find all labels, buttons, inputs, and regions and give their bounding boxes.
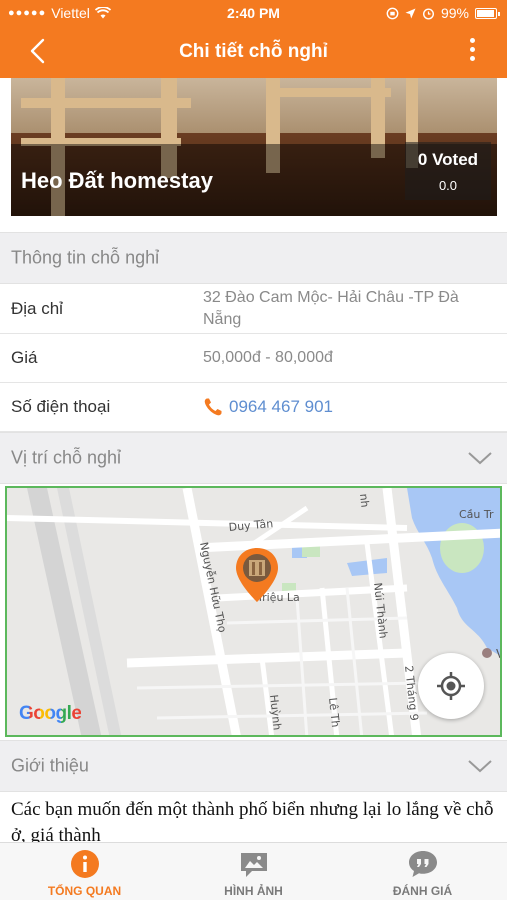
tab-reviews-label: ĐÁNH GIÁ — [392, 884, 453, 898]
chevron-down-icon — [468, 452, 492, 465]
tab-overview[interactable]: TỔNG QUAN — [0, 843, 169, 900]
hero-section: Heo Đất homestay 0 Voted 0.0 — [0, 78, 507, 224]
intro-section-title: Giới thiệu — [11, 755, 89, 776]
battery-percent: 99% — [440, 5, 469, 21]
my-location-button[interactable] — [418, 653, 484, 719]
address-value: 32 Đào Cam Mộc- Hải Châu -TP Đà Nẵng — [203, 288, 459, 328]
more-options-icon[interactable] — [467, 38, 477, 66]
vote-count: 0 Voted — [417, 150, 479, 169]
phone-row: Số điện thoại 0964 467 901 — [0, 383, 507, 432]
image-icon — [240, 853, 267, 877]
location-arrow-icon — [405, 8, 416, 18]
location-section-title: Vị trí chỗ nghỉ — [11, 447, 122, 468]
tab-reviews[interactable]: ĐÁNH GIÁ — [338, 843, 507, 900]
battery-icon — [475, 7, 500, 19]
info-section-title: Thông tin chỗ nghỉ — [11, 247, 160, 268]
orientation-lock-icon — [386, 7, 399, 19]
bottom-tab-bar: TỔNG QUAN HÌNH ẢNH ĐÁNH GIÁ — [0, 842, 507, 900]
tab-overview-label: TỔNG QUAN — [47, 884, 122, 898]
phone-icon — [204, 398, 222, 416]
phone-link[interactable]: 0964 467 901 — [203, 396, 493, 418]
vote-score: 0.0 — [438, 178, 458, 193]
phone-number: 0964 467 901 — [229, 397, 333, 416]
map-street-label: Cầu Tr — [459, 508, 494, 521]
nav-bar: Chi tiết chỗ nghỉ — [0, 26, 507, 78]
homestay-photo[interactable]: Heo Đất homestay 0 Voted 0.0 — [11, 78, 497, 216]
address-label: Địa chỉ — [11, 298, 63, 318]
price-row: Giá 50,000đ - 80,000đ — [0, 334, 507, 383]
svg-text:V: V — [496, 647, 502, 661]
crosshair-icon — [437, 672, 465, 700]
info-icon — [70, 850, 99, 878]
chat-quote-icon — [408, 851, 437, 877]
bunk-bed-rail — [21, 98, 191, 108]
status-icons: 99% — [386, 5, 500, 21]
bunk-bed-rail — [266, 88, 391, 97]
intro-section-header[interactable]: Giới thiệu — [0, 740, 507, 792]
price-value: 50,000đ - 80,000đ — [203, 349, 333, 366]
phone-label: Số điện thoại — [11, 397, 111, 416]
google-attribution: Google — [19, 703, 82, 724]
location-section-header[interactable]: Vị trí chỗ nghỉ — [0, 432, 507, 484]
page-title: Chi tiết chỗ nghỉ — [179, 41, 328, 62]
price-label: Giá — [11, 348, 38, 367]
alarm-icon — [422, 7, 434, 20]
chevron-down-icon — [468, 760, 492, 773]
address-row: Địa chỉ 32 Đào Cam Mộc- Hải Châu -TP Đà … — [0, 284, 507, 334]
tab-images[interactable]: HÌNH ẢNH — [169, 843, 338, 900]
google-logo: Google — [19, 703, 82, 725]
info-section-header: Thông tin chỗ nghỉ — [0, 232, 507, 284]
location-map[interactable]: Duy Tân Nguyễn Hữu Thọ Triệu La Núi Thàn… — [5, 486, 502, 737]
tab-images-label: HÌNH ẢNH — [224, 884, 283, 898]
vote-badge: 0 Voted 0.0 — [405, 142, 491, 200]
status-bar: ●●●●● Viettel 2:40 PM 99% — [0, 0, 507, 26]
map-street-label: nh — [357, 493, 371, 508]
photo-wall — [11, 78, 497, 138]
homestay-name: Heo Đất homestay — [21, 168, 213, 193]
